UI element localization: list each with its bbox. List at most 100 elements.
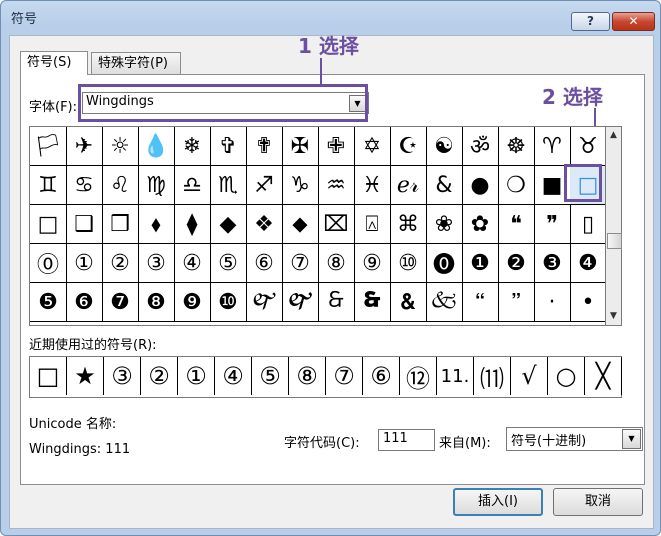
insert-button[interactable]: 插入(I) xyxy=(453,488,543,516)
symbol-cell[interactable]: ♓ xyxy=(354,166,391,205)
symbol-cell[interactable]: ☸ xyxy=(498,127,535,166)
symbol-cell[interactable]: ♋ xyxy=(66,166,103,205)
symbol-cell[interactable]: ❀ xyxy=(426,205,463,244)
recent-symbol[interactable]: ⑥ xyxy=(363,357,400,395)
symbol-cell[interactable]: ⑥ xyxy=(246,244,283,283)
scroll-up-icon[interactable]: ▲ xyxy=(606,127,621,144)
symbol-cell[interactable]: ♍ xyxy=(138,166,175,205)
symbol-cell[interactable]: ℯ𝓇 xyxy=(390,166,427,205)
symbol-cell[interactable]: & xyxy=(426,166,463,205)
symbol-cell[interactable]: ❞ xyxy=(534,205,571,244)
recent-symbol[interactable]: ① xyxy=(178,357,215,395)
scroll-down-icon[interactable]: ▼ xyxy=(606,308,621,325)
symbol-cell[interactable]: ❷ xyxy=(498,244,535,283)
symbol-cell[interactable]: ❼ xyxy=(102,283,139,322)
symbol-cell[interactable]: ♌ xyxy=(102,166,139,205)
symbol-cell[interactable]: 🙳 xyxy=(354,283,391,322)
symbol-cell[interactable]: ⬥ xyxy=(282,205,319,244)
symbol-cell[interactable]: ⌘ xyxy=(390,205,427,244)
grid-scrollbar[interactable]: ▲ ▼ xyxy=(605,126,622,326)
symbol-cell[interactable]: ॐ xyxy=(462,127,499,166)
help-button[interactable]: ? xyxy=(571,12,610,31)
recent-symbol[interactable]: ④ xyxy=(215,357,252,395)
recent-symbol[interactable]: ⑫ xyxy=(400,357,437,395)
symbol-cell[interactable]: 🏳 xyxy=(30,127,67,166)
tab-special-characters[interactable]: 特殊字符(P) xyxy=(91,52,181,74)
symbol-cell[interactable]: ❑ xyxy=(66,205,103,244)
recent-symbol[interactable]: ⑤ xyxy=(252,357,289,395)
symbol-cell[interactable]: ⧫ xyxy=(174,205,211,244)
symbol-cell[interactable]: 🙵 xyxy=(426,283,463,322)
symbol-cell[interactable]: • xyxy=(570,283,607,322)
symbol-cell[interactable]: ⑩ xyxy=(390,244,427,283)
symbol-cell[interactable]: ❍ xyxy=(498,166,535,205)
symbol-cell[interactable]: 🙱 xyxy=(282,283,319,322)
symbol-cell[interactable]: ⍓ xyxy=(354,205,391,244)
symbol-cell[interactable]: ❻ xyxy=(66,283,103,322)
cancel-button[interactable]: 取消 xyxy=(553,488,643,516)
symbol-cell[interactable]: ♎ xyxy=(174,166,211,205)
symbol-cell[interactable]: ❹ xyxy=(570,244,607,283)
close-button[interactable]: ✕ xyxy=(612,12,655,31)
symbol-cell[interactable]: 🙷 xyxy=(498,283,535,322)
recent-symbol[interactable]: ╳ xyxy=(585,357,622,395)
symbol-cell[interactable]: ❝ xyxy=(498,205,535,244)
symbol-cell[interactable]: ❒ xyxy=(102,205,139,244)
symbol-cell[interactable]: ♐ xyxy=(246,166,283,205)
symbol-cell[interactable]: ✠ xyxy=(282,127,319,166)
symbol-cell[interactable]: ❖ xyxy=(246,205,283,244)
chevron-down-icon[interactable]: ▼ xyxy=(622,429,641,449)
symbol-cell[interactable]: ◆ xyxy=(210,205,247,244)
symbol-cell[interactable]: 🙲 xyxy=(318,283,355,322)
from-select[interactable]: 符号(十进制) ▼ xyxy=(506,427,643,451)
symbol-cell[interactable]: 🙰 xyxy=(246,283,283,322)
symbol-cell[interactable]: ☼ xyxy=(102,127,139,166)
symbol-cell[interactable]: ♏ xyxy=(210,166,247,205)
symbol-cell[interactable]: ① xyxy=(66,244,103,283)
symbol-cell[interactable]: ● xyxy=(462,166,499,205)
symbol-cell[interactable]: ⑤ xyxy=(210,244,247,283)
symbol-cell[interactable]: ✡ xyxy=(354,127,391,166)
symbol-cell[interactable]: ❶ xyxy=(462,244,499,283)
recent-symbol[interactable]: ○ xyxy=(548,357,585,395)
recent-symbol[interactable]: ⑧ xyxy=(289,357,326,395)
symbol-cell[interactable]: ♊ xyxy=(30,166,67,205)
symbol-cell[interactable]: ④ xyxy=(174,244,211,283)
symbol-cell[interactable]: ♑ xyxy=(282,166,319,205)
symbol-cell[interactable]: ❄ xyxy=(174,127,211,166)
symbol-cell[interactable]: ⬧ xyxy=(138,205,175,244)
symbol-cell[interactable]: ⑧ xyxy=(318,244,355,283)
symbol-cell[interactable]: 🙴 xyxy=(390,283,427,322)
tab-symbols[interactable]: 符号(S) xyxy=(20,51,88,75)
symbol-cell[interactable]: 🙶 xyxy=(462,283,499,322)
symbol-cell[interactable]: ❿ xyxy=(210,283,247,322)
recent-symbol[interactable]: ⑦ xyxy=(326,357,363,395)
symbol-cell[interactable]: ❾ xyxy=(174,283,211,322)
recent-symbol[interactable]: ⑾ xyxy=(474,357,511,395)
recent-symbol[interactable]: ★ xyxy=(67,357,104,395)
symbol-cell[interactable]: ☯ xyxy=(426,127,463,166)
recent-symbol[interactable]: √ xyxy=(511,357,548,395)
symbol-cell[interactable]: ⑨ xyxy=(354,244,391,283)
recent-symbol[interactable]: ③ xyxy=(104,357,141,395)
recent-symbol[interactable]: □ xyxy=(30,357,67,395)
symbol-cell[interactable]: ⓿ xyxy=(426,244,463,283)
symbol-cell[interactable]: ❸ xyxy=(534,244,571,283)
symbol-cell[interactable]: · xyxy=(534,283,571,322)
symbol-cell[interactable]: ⓪ xyxy=(30,244,67,283)
symbol-cell[interactable]: ⑦ xyxy=(282,244,319,283)
symbol-cell[interactable]: □ xyxy=(30,205,67,244)
symbol-cell[interactable]: ✞ xyxy=(210,127,247,166)
symbol-cell[interactable]: ❺ xyxy=(30,283,67,322)
recent-symbol[interactable]: 11. xyxy=(437,357,474,395)
symbol-cell[interactable]: ✟ xyxy=(246,127,283,166)
symbol-cell[interactable]: ✈ xyxy=(66,127,103,166)
symbol-cell[interactable]: ♒ xyxy=(318,166,355,205)
scroll-thumb[interactable] xyxy=(607,233,622,249)
symbol-cell[interactable]: ③ xyxy=(138,244,175,283)
char-code-input[interactable]: 111 xyxy=(378,429,435,451)
symbol-cell[interactable]: ✙ xyxy=(318,127,355,166)
symbol-cell[interactable]: ② xyxy=(102,244,139,283)
symbol-cell[interactable]: ♈ xyxy=(534,127,571,166)
recent-symbol[interactable]: ② xyxy=(141,357,178,395)
